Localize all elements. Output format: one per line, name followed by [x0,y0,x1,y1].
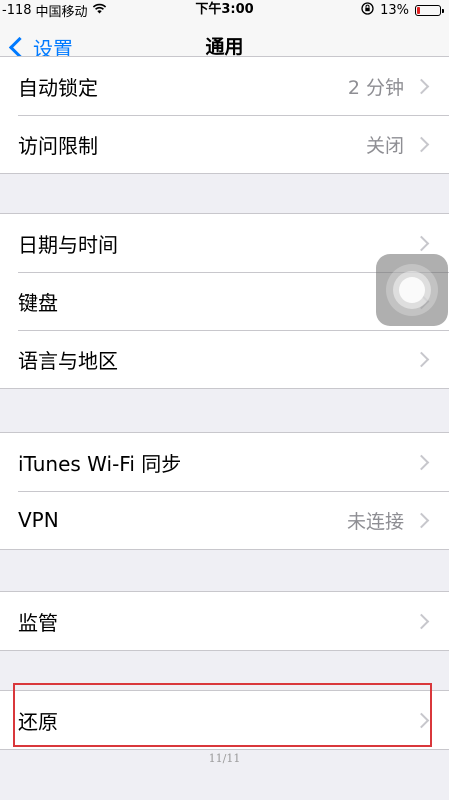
row-reset[interactable]: 还原 [0,691,449,749]
row-language-region[interactable]: 语言与地区 [0,330,449,388]
row-value: 关闭 [365,134,404,157]
row-value: 未连接 [346,510,404,533]
assistive-touch-ring-inner [399,277,425,303]
chevron-right-icon [413,454,430,470]
status-right: 13% [361,0,444,20]
page-indicator: 11/11 [208,752,241,765]
settings-group-supervision: 监管 [0,591,449,651]
settings-group-sync: iTunes Wi-Fi 同步 VPN 未连接 [0,432,449,550]
settings-group-lock: 自动锁定 2 分钟 访问限制 关闭 [0,56,449,174]
row-label: iTunes Wi-Fi 同步 [18,451,182,476]
orientation-lock-icon [361,1,374,19]
row-label: 还原 [18,709,58,734]
row-supervision[interactable]: 监管 [0,592,449,650]
row-label: 自动锁定 [18,75,98,100]
row-label: 键盘 [18,290,58,315]
row-restrictions[interactable]: 访问限制 关闭 [0,115,449,173]
battery-level [417,6,420,14]
settings-group-reset: 还原 [0,690,449,750]
row-vpn[interactable]: VPN 未连接 [0,491,449,549]
row-auto-lock[interactable]: 自动锁定 2 分钟 [0,57,449,115]
status-bar: -118 中国移动 下午3:00 13% [0,0,449,20]
row-label: 访问限制 [18,133,98,158]
row-itunes-wifi-sync[interactable]: iTunes Wi-Fi 同步 [0,433,449,491]
row-label: 监管 [18,610,58,635]
chevron-right-icon [413,512,430,528]
chevron-right-icon [413,78,430,94]
chevron-right-icon [413,235,430,251]
row-label: 语言与地区 [18,348,118,373]
chevron-right-icon [413,712,430,728]
battery-percent: 13% [380,2,409,18]
row-label: VPN [18,508,59,532]
row-value: 2 分钟 [347,76,404,99]
chevron-right-icon [413,136,430,152]
chevron-right-icon [413,351,430,367]
assistive-touch-button[interactable] [376,254,448,326]
battery-icon [415,4,444,16]
row-label: 日期与时间 [18,232,118,257]
chevron-right-icon [413,613,430,629]
